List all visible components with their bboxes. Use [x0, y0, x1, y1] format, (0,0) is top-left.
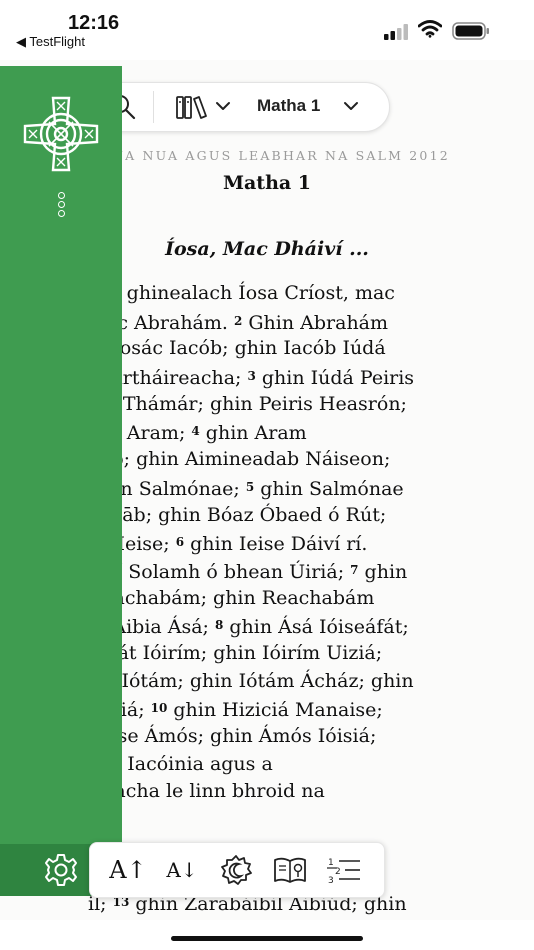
verse-text: ghin Iúdá Peiris [255, 367, 415, 390]
verse-line: a ó Thámár; ghin Peiris Heasrón; [88, 391, 518, 419]
verse-text: ireacha le linn bhroid na [88, 780, 325, 803]
version-title: NA NUA AGUS LEABHAR NA SALM 2012 [112, 148, 450, 163]
cellular-signal-icon [384, 24, 408, 40]
map-book-icon [274, 857, 306, 883]
verse-line: eáfát Ióirím; ghin Ióirím Uiziá; [88, 640, 518, 668]
verse-line: isiá Iacóinia agus a [88, 751, 518, 779]
verse-text: Reachabám; ghin Reachabám [88, 586, 375, 609]
theme-button[interactable] [210, 843, 262, 897]
status-bar: 12:16 ◀ TestFlight [0, 0, 534, 60]
verse-text: naise Ámós; ghin Ámós Ióisiá; [88, 725, 377, 747]
verse-line: seon Salmónae; 5 ghin Salmónae [88, 474, 518, 502]
verse-list-button[interactable]: 1 2 3 [318, 843, 370, 897]
verse-line: dab; ghin Aimineadab Náiseon; [88, 446, 518, 474]
verse-line: iziciá; 10 ghin Hiziciá Manaise; [88, 695, 518, 723]
verse-number: 4 [191, 424, 200, 439]
verse-line: naise Ámós; ghin Ámós Ióisiá; [88, 723, 518, 751]
svg-text:3: 3 [328, 876, 334, 885]
verse-number: 3 [247, 369, 256, 384]
verse-text: in Íosác Iacób; ghin Iacób Iúdá [88, 337, 386, 360]
verse-text: áiví Solamh ó bhean Úiriá; [88, 560, 351, 583]
verse-text: ghin Hiziciá Manaise; [167, 699, 383, 722]
chapter-selector[interactable]: Matha 1 [257, 96, 320, 116]
sidebar-menu [0, 66, 122, 896]
home-indicator [171, 936, 363, 941]
verse-line: ireacha le linn bhroid na [88, 778, 518, 806]
top-navigation-pill: Matha 1 [90, 82, 390, 132]
svg-text:1: 1 [328, 858, 334, 868]
verse-text: eáfát Ióirím; ghin Ióirím Uiziá; [88, 641, 383, 664]
wifi-icon [418, 20, 442, 38]
verse-text: a ó Thámár; ghin Peiris Heasrón; [88, 392, 407, 415]
verse-line: in Aibia Ásá; 8 ghin Ásá Ióiseáfát; [88, 612, 518, 640]
verse-number: 10 [150, 701, 168, 716]
verse-text: ghin Salmónae [254, 477, 404, 500]
library-books-icon[interactable] [175, 94, 211, 120]
chevron-down-icon[interactable] [343, 101, 359, 111]
settings-gear-icon[interactable] [44, 853, 78, 887]
verse-number: 6 [175, 535, 185, 550]
verse-number: 5 [245, 479, 255, 494]
celtic-cross-logo-icon [23, 96, 99, 172]
decrease-font-button[interactable]: A↓ [156, 843, 208, 897]
verse-text: áchāb; ghin Bóaz Óbaed ó Rút; [88, 503, 387, 526]
verse-text: har ghinealach Íosa Críost, mac [88, 282, 395, 304]
verse-list-icon: 1 2 3 [327, 858, 360, 885]
verse-number: 7 [350, 562, 359, 577]
verse-line: áiví Solamh ó bhean Úiriá; 7 ghin [88, 557, 518, 585]
verse-text: Ghin Abrahám [242, 311, 389, 334]
verse-line: har ghinealach Íosa Críost, mac [88, 280, 518, 308]
decrease-font-icon: A↓ [166, 858, 198, 882]
verse-line: áchāb; ghin Bóaz Óbaed ó Rút; [88, 502, 518, 530]
chapter-text[interactable]: har ghinealach Íosa Críost, mac mac Abrah… [88, 280, 518, 917]
increase-font-button[interactable]: A↑ [102, 843, 154, 897]
more-options-icon[interactable] [54, 192, 68, 222]
theme-icon [221, 855, 252, 885]
increase-font-icon: A↑ [109, 856, 147, 884]
chevron-down-icon[interactable] [215, 101, 231, 111]
back-to-testflight-link[interactable]: ◀ TestFlight [16, 34, 85, 50]
verse-text: ghin [358, 560, 408, 583]
reading-tools-bar: A↑ A↓ 1 2 3 [89, 842, 385, 898]
status-time: 12:16 [68, 12, 120, 34]
toolbar-divider [153, 91, 154, 123]
verse-text: ghin Ásá Ióiseáfát; [223, 616, 409, 639]
verse-line: . [88, 806, 518, 834]
verse-text: ghin Aram [199, 422, 307, 445]
battery-icon [452, 22, 489, 40]
verse-line: rón Aram; 4 ghin Aram [88, 418, 518, 446]
verse-line: in Íosác Iacób; ghin Iacób Iúdá [88, 335, 518, 363]
verse-line: heartháireacha; 3 ghin Iúdá Peiris [88, 363, 518, 391]
verse-text: dab; ghin Aimineadab Náiseon; [88, 448, 391, 471]
verse-line: Reachabám; ghin Reachabám [88, 585, 518, 613]
verse-line: ziá Iótám; ghin Iótám Ácház; ghin [88, 668, 518, 696]
verse-line: mac Abrahám. 2 Ghin Abrahám [88, 308, 518, 336]
verse-text: ziá Iótám; ghin Iótám Ácház; ghin [88, 669, 414, 692]
verse-text: ghin Ieise Dáiví rí. [184, 533, 368, 556]
map-book-button[interactable] [264, 843, 316, 897]
verse-line: ed Ieise; 6 ghin Ieise Dáiví rí. [88, 529, 518, 557]
